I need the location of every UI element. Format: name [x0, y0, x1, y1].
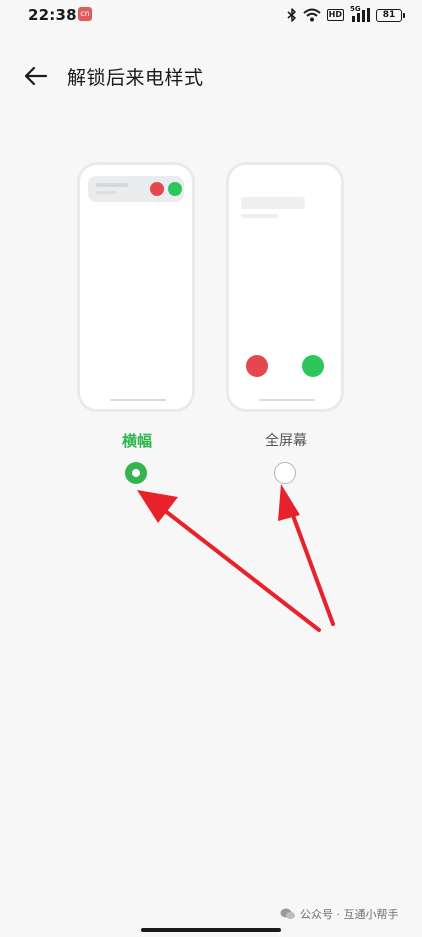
decline-call-dot — [246, 355, 268, 377]
notification-app-icon: cn — [78, 7, 92, 21]
annotation-arrows — [137, 484, 335, 632]
arrow-to-banner-radio — [137, 490, 321, 632]
wifi-icon — [302, 8, 321, 22]
wechat-icon — [280, 908, 295, 920]
signal-icon: 5G — [350, 5, 370, 22]
header: 解锁后来电样式 — [0, 56, 422, 96]
signal-bars — [352, 8, 370, 22]
watermark: 公众号 · 互通小帮手 — [280, 906, 399, 922]
accept-call-dot — [302, 355, 324, 377]
decline-call-dot — [150, 182, 164, 196]
preview-home-indicator — [259, 399, 315, 401]
banner-style-preview[interactable] — [77, 162, 195, 412]
battery-icon: 81 — [376, 8, 405, 22]
back-arrow-icon — [24, 66, 48, 86]
banner-radio-selected[interactable] — [125, 462, 147, 484]
page-title: 解锁后来电样式 — [67, 67, 204, 89]
banner-call-notification — [88, 176, 184, 202]
status-icons: HD 5G 81 — [287, 5, 405, 25]
caller-name-placeholder — [241, 197, 305, 209]
back-button[interactable] — [20, 60, 52, 92]
accept-call-dot — [168, 182, 182, 196]
fullscreen-option-label[interactable]: 全屏幕 — [226, 430, 346, 450]
status-time: 22:38 — [28, 6, 77, 24]
watermark-text: 公众号 · 互通小帮手 — [300, 908, 399, 921]
bluetooth-icon — [287, 8, 296, 22]
hd-icon: HD — [326, 9, 344, 21]
preview-home-indicator — [110, 399, 166, 401]
arrow-to-fullscreen-radio — [278, 484, 335, 626]
fullscreen-radio[interactable] — [274, 462, 296, 484]
caller-info-placeholder — [241, 214, 279, 218]
fullscreen-style-preview[interactable] — [226, 162, 344, 412]
banner-placeholder-line — [96, 183, 128, 187]
banner-placeholder-line — [96, 191, 116, 194]
banner-option-label[interactable]: 横幅 — [77, 430, 197, 451]
status-bar: 22:38 cn HD 5G 81 — [0, 0, 422, 30]
navigation-handle[interactable] — [141, 928, 281, 932]
